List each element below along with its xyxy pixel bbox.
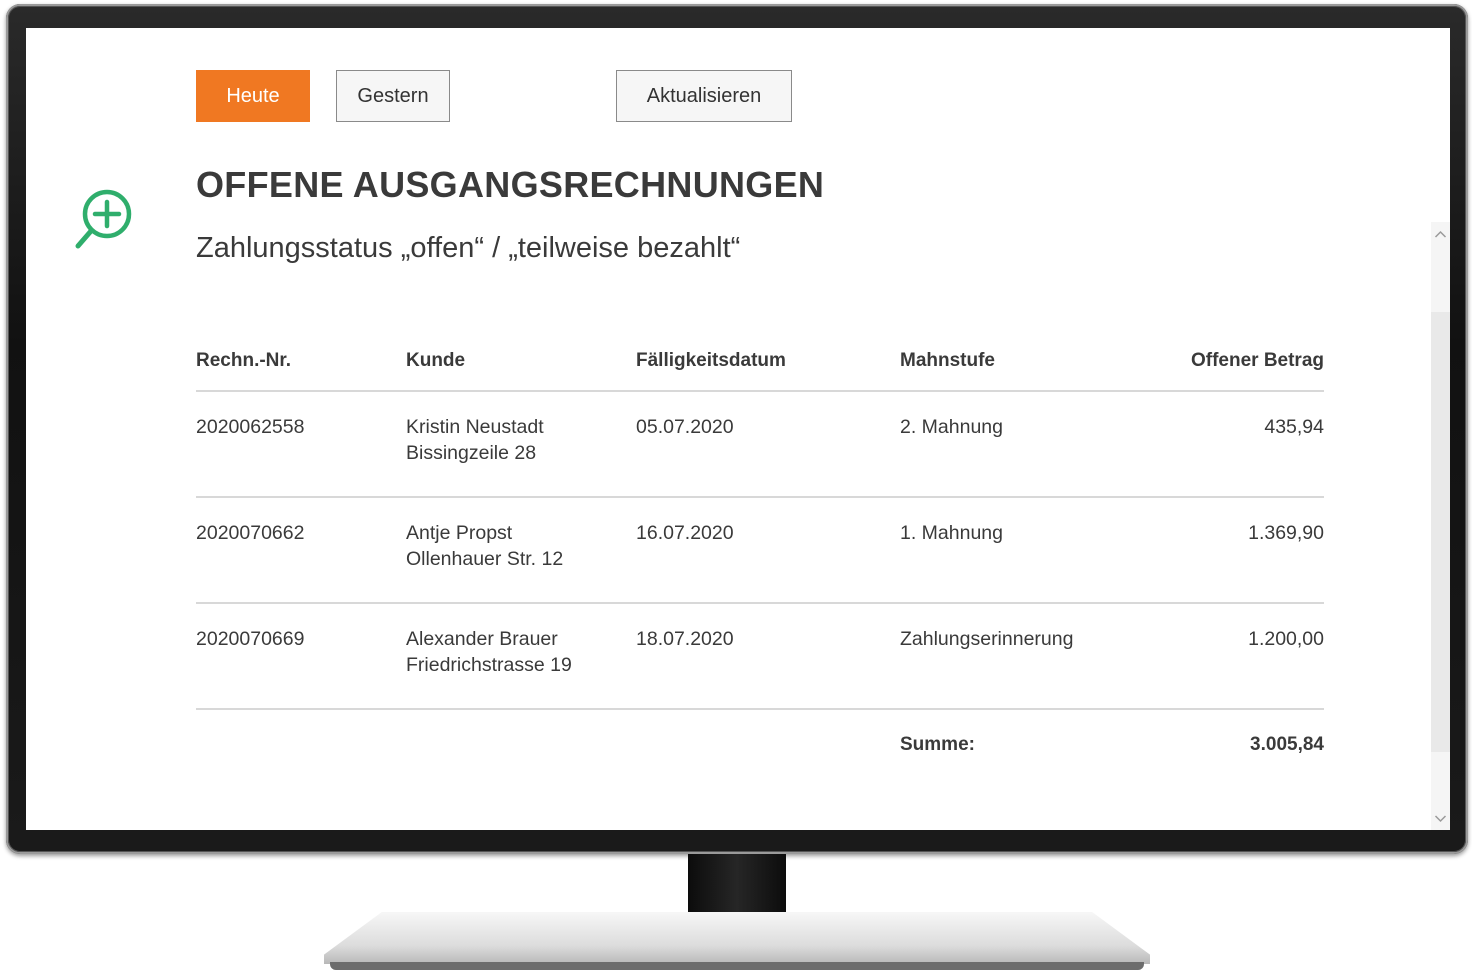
today-button[interactable]: Heute xyxy=(196,70,310,122)
due-date: 18.07.2020 xyxy=(636,628,734,650)
table-row[interactable]: 2020062558 Kristin Neustadt Bissingzeile… xyxy=(196,392,1324,498)
customer-cell: Alexander Brauer Friedrichstrasse 19 xyxy=(406,626,572,678)
refresh-button[interactable]: Aktualisieren xyxy=(616,70,792,122)
invoice-number: 2020062558 xyxy=(196,416,305,438)
table-header: Rechn.-Nr. Kunde Fälligkeitsdatum Mahnst… xyxy=(196,344,1324,392)
chevron-up-icon[interactable] xyxy=(1434,228,1447,241)
due-date: 05.07.2020 xyxy=(636,416,734,438)
customer-name: Antje Propst xyxy=(406,522,513,544)
dunning-level: 1. Mahnung xyxy=(900,522,1003,544)
sum-value: 3.005,84 xyxy=(1250,734,1324,755)
chevron-down-icon[interactable] xyxy=(1434,812,1447,825)
due-date: 16.07.2020 xyxy=(636,522,734,544)
open-amount: 435,94 xyxy=(1264,416,1324,438)
customer-cell: Antje Propst Ollenhauer Str. 12 xyxy=(406,520,563,572)
table-row[interactable]: 2020070662 Antje Propst Ollenhauer Str. … xyxy=(196,498,1324,604)
customer-cell: Kristin Neustadt Bissingzeile 28 xyxy=(406,414,544,466)
dunning-level: Zahlungserinnerung xyxy=(900,628,1074,650)
invoice-number: 2020070669 xyxy=(196,628,305,650)
column-header-number: Rechn.-Nr. xyxy=(196,350,292,371)
monitor-neck xyxy=(688,854,786,922)
page-subtitle: Zahlungsstatus „offen“ / „teilweise beza… xyxy=(196,232,741,264)
monitor-stand xyxy=(324,912,1150,964)
screen: Heute Gestern Aktualisieren OFFENE AUSGA… xyxy=(26,28,1450,830)
invoice-number: 2020070662 xyxy=(196,522,305,544)
customer-name: Kristin Neustadt xyxy=(406,416,544,438)
customer-name: Alexander Brauer xyxy=(406,628,558,650)
vertical-scrollbar[interactable] xyxy=(1431,222,1450,830)
table-sum-row: Summe: 3.005,84 xyxy=(196,710,1324,770)
invoices-table: Rechn.-Nr. Kunde Fälligkeitsdatum Mahnst… xyxy=(196,344,1324,770)
customer-address: Bissingzeile 28 xyxy=(406,442,537,464)
monitor-frame: Heute Gestern Aktualisieren OFFENE AUSGA… xyxy=(6,4,1468,854)
customer-address: Ollenhauer Str. 12 xyxy=(406,548,564,570)
column-header-due-date: Fälligkeitsdatum xyxy=(636,350,786,371)
yesterday-button[interactable]: Gestern xyxy=(336,70,450,122)
sum-label: Summe: xyxy=(900,734,975,755)
dunning-level: 2. Mahnung xyxy=(900,416,1003,438)
monitor-stand-edge xyxy=(330,962,1144,970)
open-amount: 1.369,90 xyxy=(1248,522,1324,544)
column-header-dunning-level: Mahnstufe xyxy=(900,350,995,371)
customer-address: Friedrichstrasse 19 xyxy=(406,654,572,676)
column-header-customer: Kunde xyxy=(406,350,466,371)
column-header-amount: Offener Betrag xyxy=(1190,350,1324,371)
scrollbar-thumb[interactable] xyxy=(1431,312,1450,752)
table-row[interactable]: 2020070669 Alexander Brauer Friedrichstr… xyxy=(196,604,1324,710)
page-title: OFFENE AUSGANGSRECHNUNGEN xyxy=(196,164,825,205)
zoom-in-icon[interactable] xyxy=(74,186,136,252)
open-amount: 1.200,00 xyxy=(1248,628,1324,650)
